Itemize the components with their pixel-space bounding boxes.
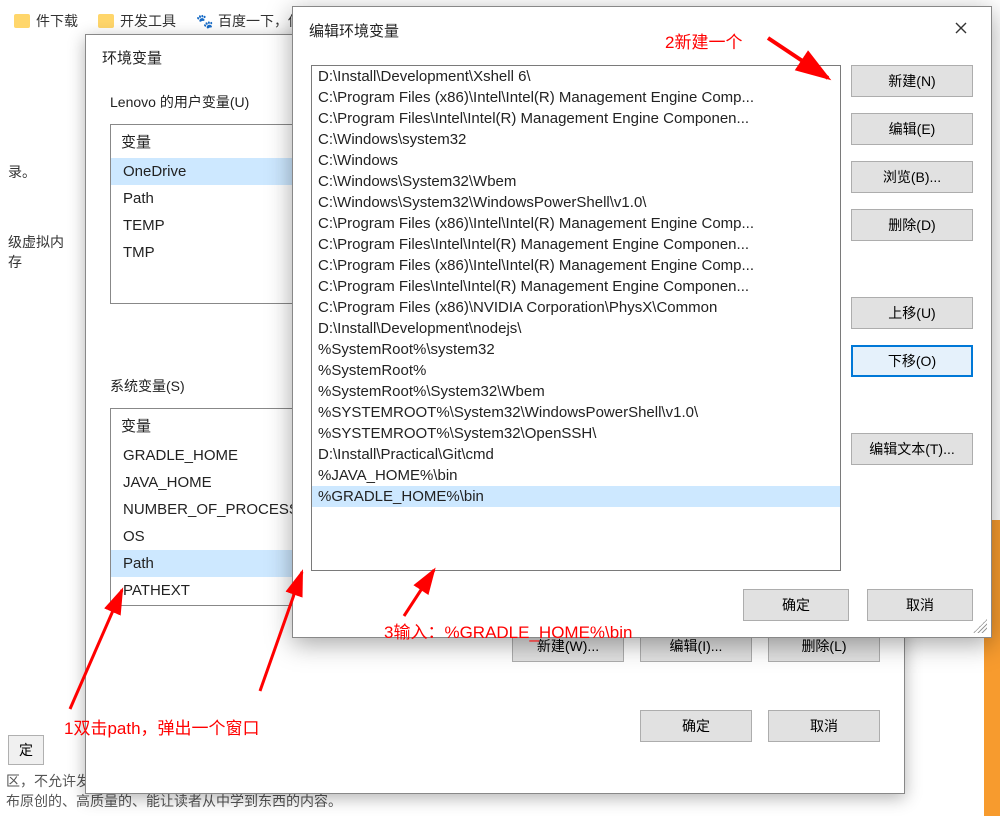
dialog-buttons: 确定 取消 xyxy=(86,698,904,742)
new-button[interactable]: 新建(N) xyxy=(851,65,973,97)
tab-item[interactable]: 开发工具 xyxy=(92,7,182,35)
dialog-body: D:\Install\Development\Xshell 6\ C:\Prog… xyxy=(293,53,991,579)
list-item[interactable]: D:\Install\Development\Xshell 6\ xyxy=(312,66,840,87)
edit-text-button[interactable]: 编辑文本(T)... xyxy=(851,433,973,465)
list-item[interactable]: %SYSTEMROOT%\System32\OpenSSH\ xyxy=(312,423,840,444)
edit-env-var-dialog: 编辑环境变量 D:\Install\Development\Xshell 6\ … xyxy=(292,6,992,638)
resize-grip[interactable] xyxy=(973,619,987,633)
cancel-button[interactable]: 取消 xyxy=(867,589,973,621)
ok-button[interactable]: 确定 xyxy=(640,710,752,742)
list-item[interactable]: C:\Windows\system32 xyxy=(312,129,840,150)
bg-sidebar: 录。 级虚拟内存 xyxy=(0,42,80,282)
cancel-button[interactable]: 取消 xyxy=(768,710,880,742)
move-down-button[interactable]: 下移(O) xyxy=(851,345,973,377)
close-button[interactable] xyxy=(939,15,983,45)
title-bar: 编辑环境变量 xyxy=(293,7,991,53)
dialog-footer: 确定 取消 xyxy=(293,579,991,637)
list-item[interactable]: D:\Install\Practical\Git\cmd xyxy=(312,444,840,465)
baidu-icon: 🐾 xyxy=(196,13,212,29)
list-item-selected[interactable]: %GRADLE_HOME%\bin xyxy=(312,486,840,507)
list-item[interactable]: C:\Program Files (x86)\NVIDIA Corporatio… xyxy=(312,297,840,318)
list-item[interactable]: %SystemRoot% xyxy=(312,360,840,381)
folder-icon xyxy=(14,14,30,28)
path-list[interactable]: D:\Install\Development\Xshell 6\ C:\Prog… xyxy=(311,65,841,571)
tab-label: 件下载 xyxy=(36,11,78,31)
tab-item[interactable]: 🐾 百度一下，你 xyxy=(190,7,308,35)
bg-text: 录。 xyxy=(0,152,80,192)
list-item[interactable]: %SystemRoot%\system32 xyxy=(312,339,840,360)
list-item[interactable]: %JAVA_HOME%\bin xyxy=(312,465,840,486)
list-item[interactable]: C:\Program Files\Intel\Intel(R) Manageme… xyxy=(312,234,840,255)
tab-label: 百度一下，你 xyxy=(218,11,302,31)
list-item[interactable]: D:\Install\Development\nodejs\ xyxy=(312,318,840,339)
list-item[interactable]: C:\Program Files\Intel\Intel(R) Manageme… xyxy=(312,108,840,129)
tab-item[interactable]: 件下载 xyxy=(8,7,84,35)
dialog-title: 编辑环境变量 xyxy=(309,20,399,41)
list-item[interactable]: C:\Program Files (x86)\Intel\Intel(R) Ma… xyxy=(312,87,840,108)
list-item[interactable]: C:\Program Files (x86)\Intel\Intel(R) Ma… xyxy=(312,255,840,276)
close-icon xyxy=(955,22,967,34)
ok-button[interactable]: 确定 xyxy=(743,589,849,621)
list-item[interactable]: C:\Windows\System32\WindowsPowerShell\v1… xyxy=(312,192,840,213)
list-item[interactable]: C:\Program Files\Intel\Intel(R) Manageme… xyxy=(312,276,840,297)
browse-button[interactable]: 浏览(B)... xyxy=(851,161,973,193)
edit-button[interactable]: 编辑(E) xyxy=(851,113,973,145)
list-item[interactable]: C:\Program Files (x86)\Intel\Intel(R) Ma… xyxy=(312,213,840,234)
bg-button[interactable]: 定 xyxy=(8,735,44,765)
side-buttons: 新建(N) 编辑(E) 浏览(B)... 删除(D) 上移(U) 下移(O) 编… xyxy=(851,65,973,571)
delete-button[interactable]: 删除(D) xyxy=(851,209,973,241)
list-item[interactable]: %SYSTEMROOT%\System32\WindowsPowerShell\… xyxy=(312,402,840,423)
folder-icon xyxy=(98,14,114,28)
list-item[interactable]: %SystemRoot%\System32\Wbem xyxy=(312,381,840,402)
tab-label: 开发工具 xyxy=(120,11,176,31)
list-item[interactable]: C:\Windows xyxy=(312,150,840,171)
move-up-button[interactable]: 上移(U) xyxy=(851,297,973,329)
list-item[interactable]: C:\Windows\System32\Wbem xyxy=(312,171,840,192)
bg-text: 级虚拟内存 xyxy=(0,222,80,282)
